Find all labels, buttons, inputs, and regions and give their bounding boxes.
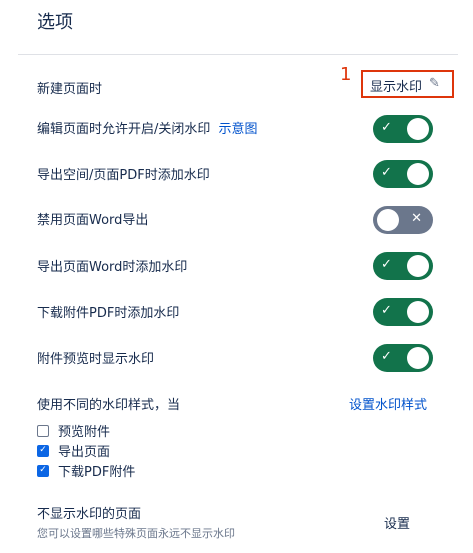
checkbox-label: 导出页面: [58, 445, 111, 460]
exclusion-description: 您可以设置哪些特殊页面永远不显示水印: [37, 527, 235, 540]
set-watermark-style-link[interactable]: 设置水印样式: [349, 394, 427, 413]
toggle-knob: [407, 255, 429, 277]
checkbox-export[interactable]: ✓: [37, 444, 49, 457]
check-icon: ✓: [381, 165, 392, 180]
show-watermark-button[interactable]: 显示水印: [370, 76, 422, 95]
toggle-preview-watermark[interactable]: ✓: [373, 344, 433, 372]
option-label-new-page: 新建页面时: [37, 82, 103, 97]
diagram-link[interactable]: 示意图: [219, 122, 258, 137]
option-label-edit-toggle: 编辑页面时允许开启/关闭水印 示意图: [37, 118, 258, 137]
toggle-download-pdf[interactable]: ✓: [373, 298, 433, 326]
option-label-preview: 附件预览时显示水印: [37, 352, 155, 367]
check-icon: ✓: [381, 120, 392, 135]
pencil-icon[interactable]: ✎: [429, 76, 440, 91]
exclusion-settings-button[interactable]: 设置: [384, 513, 410, 532]
option-text: 编辑页面时允许开启/关闭水印: [37, 122, 211, 137]
page-title: 选项: [37, 12, 73, 33]
toggle-knob: [407, 347, 429, 369]
annotation-marker: 1: [340, 64, 352, 85]
checkbox-row-export[interactable]: ✓ 导出页面: [37, 441, 110, 460]
option-label-export-pdf: 导出空间/页面PDF时添加水印: [37, 168, 210, 183]
check-icon: ✓: [381, 257, 392, 272]
check-icon: ✓: [381, 303, 392, 318]
toggle-knob: [407, 163, 429, 185]
toggle-knob: [377, 209, 399, 231]
check-icon: ✓: [381, 349, 392, 364]
divider: [18, 54, 458, 55]
style-section-label: 使用不同的水印样式，当: [37, 398, 181, 413]
checkbox-download[interactable]: ✓: [37, 464, 49, 477]
option-label-disable-word: 禁用页面Word导出: [37, 213, 149, 228]
checkbox-label: 预览附件: [58, 425, 111, 440]
checkbox-label: 下载PDF附件: [58, 465, 136, 480]
toggle-disable-word[interactable]: ✕: [373, 206, 433, 234]
checkbox-row-download[interactable]: ✓ 下载PDF附件: [37, 461, 135, 480]
cross-icon: ✕: [411, 211, 422, 226]
toggle-export-word[interactable]: ✓: [373, 252, 433, 280]
toggle-knob: [407, 301, 429, 323]
option-label-export-word: 导出页面Word时添加水印: [37, 260, 188, 275]
toggle-edit-watermark[interactable]: ✓: [373, 115, 433, 143]
checkbox-preview[interactable]: [37, 424, 49, 437]
exclusion-label: 不显示水印的页面: [37, 507, 142, 522]
checkbox-row-preview[interactable]: 预览附件: [37, 421, 110, 440]
option-label-download-pdf: 下载附件PDF时添加水印: [37, 306, 180, 321]
toggle-knob: [407, 118, 429, 140]
toggle-export-pdf[interactable]: ✓: [373, 160, 433, 188]
